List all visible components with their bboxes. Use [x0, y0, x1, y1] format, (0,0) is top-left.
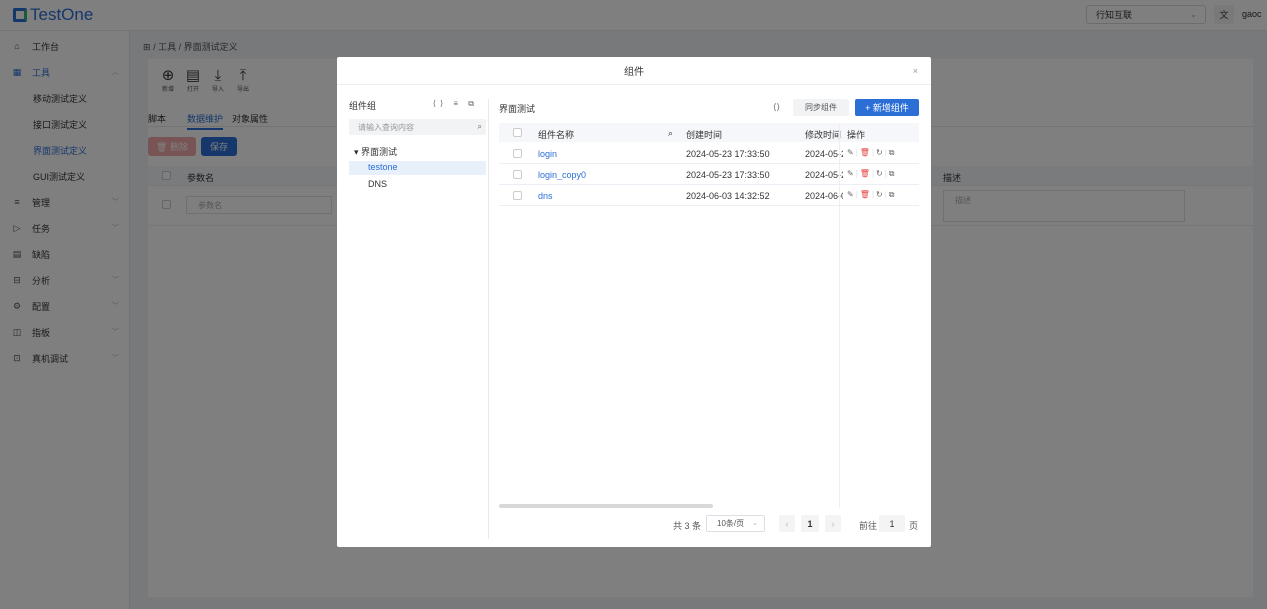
dialog-title-text: 组件 — [624, 67, 644, 78]
modified-time: 2024-05-2 — [805, 170, 843, 180]
column-header: 操作 — [847, 130, 866, 140]
row-actions: ✎ | 🗑 | ↻ | ⧉ — [847, 190, 895, 199]
copy-icon[interactable]: ⧉ — [889, 169, 895, 178]
row-checkbox[interactable] — [513, 191, 522, 200]
row-checkbox[interactable] — [513, 170, 522, 179]
chevron-down-icon: ⌄ — [752, 520, 758, 527]
pagination: 共 3 条 10条/页 ⌄ ‹ 1 › 前往 1 页 — [499, 515, 919, 533]
component-group-panel: 组件组 ⟨⟩ ≡ ⧉ 请输入查询内容 ⌕ ▾ 界面测试 testone DNS — [349, 99, 489, 539]
component-list-panel: 界面测试 ⟨⟩ 同步组件 + 新增组件 组件名称 ⌕ 创建时间 修改时间 操作 … — [499, 99, 919, 539]
component-name-link[interactable]: login — [538, 149, 557, 159]
refresh-icon[interactable]: ↻ — [876, 169, 883, 178]
group-search-input[interactable]: 请输入查询内容 ⌕ — [349, 119, 486, 135]
column-header: 组件名称 — [538, 130, 575, 140]
fixed-column-divider — [839, 123, 840, 508]
group-actions-icon[interactable]: ⟨⟩ ≡ ⧉ — [433, 99, 478, 109]
panel-title: 界面测试 — [499, 104, 536, 114]
edit-icon[interactable]: ✎ — [847, 169, 854, 178]
goto-page-input[interactable]: 1 — [879, 515, 905, 532]
created-time: 2024-06-03 14:32:52 — [686, 191, 770, 201]
horizontal-scrollbar[interactable] — [499, 504, 713, 508]
edit-icon[interactable]: ✎ — [847, 190, 854, 199]
row-checkbox[interactable] — [513, 149, 522, 158]
sync-components-button[interactable]: 同步组件 — [793, 99, 849, 116]
tree-node-root[interactable]: ▾ 界面测试 — [354, 145, 397, 158]
modified-time: 2024-06-0 — [805, 191, 843, 201]
refresh-icon[interactable]: ↻ — [876, 190, 883, 199]
search-placeholder: 请输入查询内容 — [358, 122, 414, 132]
refresh-icon[interactable]: ⟨⟩ — [773, 102, 780, 113]
delete-icon[interactable]: 🗑 — [860, 169, 870, 178]
panel-title: 组件组 — [349, 101, 377, 111]
page-size-value: 10条/页 — [717, 519, 745, 528]
page-size-select[interactable]: 10条/页 ⌄ — [706, 515, 765, 532]
component-name-link[interactable]: login_copy0 — [538, 170, 586, 180]
page-number-current[interactable]: 1 — [801, 515, 819, 532]
column-header: 创建时间 — [686, 130, 723, 140]
edit-icon[interactable]: ✎ — [847, 148, 854, 157]
component-dialog: 组件 × 组件组 ⟨⟩ ≡ ⧉ 请输入查询内容 ⌕ ▾ 界面测试 testone… — [337, 57, 931, 547]
page-unit-label: 页 — [909, 521, 919, 531]
search-icon[interactable]: ⌕ — [478, 122, 482, 132]
prev-page-button[interactable]: ‹ — [779, 515, 795, 532]
row-actions: ✎ | 🗑 | ↻ | ⧉ — [847, 148, 895, 157]
table-row: login 2024-05-23 17:33:50 2024-05-2 ✎ | 🗑 |… — [499, 143, 919, 164]
copy-icon[interactable]: ⧉ — [889, 148, 895, 157]
caret-down-icon: ▾ — [354, 147, 359, 157]
component-table-header: 组件名称 ⌕ 创建时间 修改时间 操作 — [499, 123, 919, 142]
dialog-title: 组件 — [337, 57, 931, 85]
total-count: 共 3 条 — [673, 521, 702, 531]
component-name-link[interactable]: dns — [538, 191, 553, 201]
close-icon[interactable]: × — [913, 66, 918, 76]
tree-node-dns[interactable]: DNS — [368, 179, 387, 189]
copy-icon[interactable]: ⧉ — [889, 190, 895, 199]
delete-icon[interactable]: 🗑 — [860, 148, 870, 157]
refresh-icon[interactable]: ↻ — [876, 148, 883, 157]
delete-icon[interactable]: 🗑 — [860, 190, 870, 199]
created-time: 2024-05-23 17:33:50 — [686, 149, 770, 159]
table-row: login_copy0 2024-05-23 17:33:50 2024-05-… — [499, 164, 919, 185]
modified-time: 2024-05-2 — [805, 149, 843, 159]
created-time: 2024-05-23 17:33:50 — [686, 170, 770, 180]
goto-label: 前往 — [859, 521, 878, 531]
row-actions: ✎ | 🗑 | ↻ | ⧉ — [847, 169, 895, 178]
table-row: dns 2024-06-03 14:32:52 2024-06-0 ✎ | 🗑 | ↻ |… — [499, 185, 919, 206]
tree-node-testone[interactable]: testone — [368, 162, 398, 172]
tree-node-label: 界面测试 — [361, 147, 398, 157]
next-page-button[interactable]: › — [825, 515, 841, 532]
add-component-button[interactable]: + 新增组件 — [855, 99, 919, 116]
select-all-checkbox[interactable] — [513, 128, 522, 137]
search-icon[interactable]: ⌕ — [668, 128, 673, 139]
